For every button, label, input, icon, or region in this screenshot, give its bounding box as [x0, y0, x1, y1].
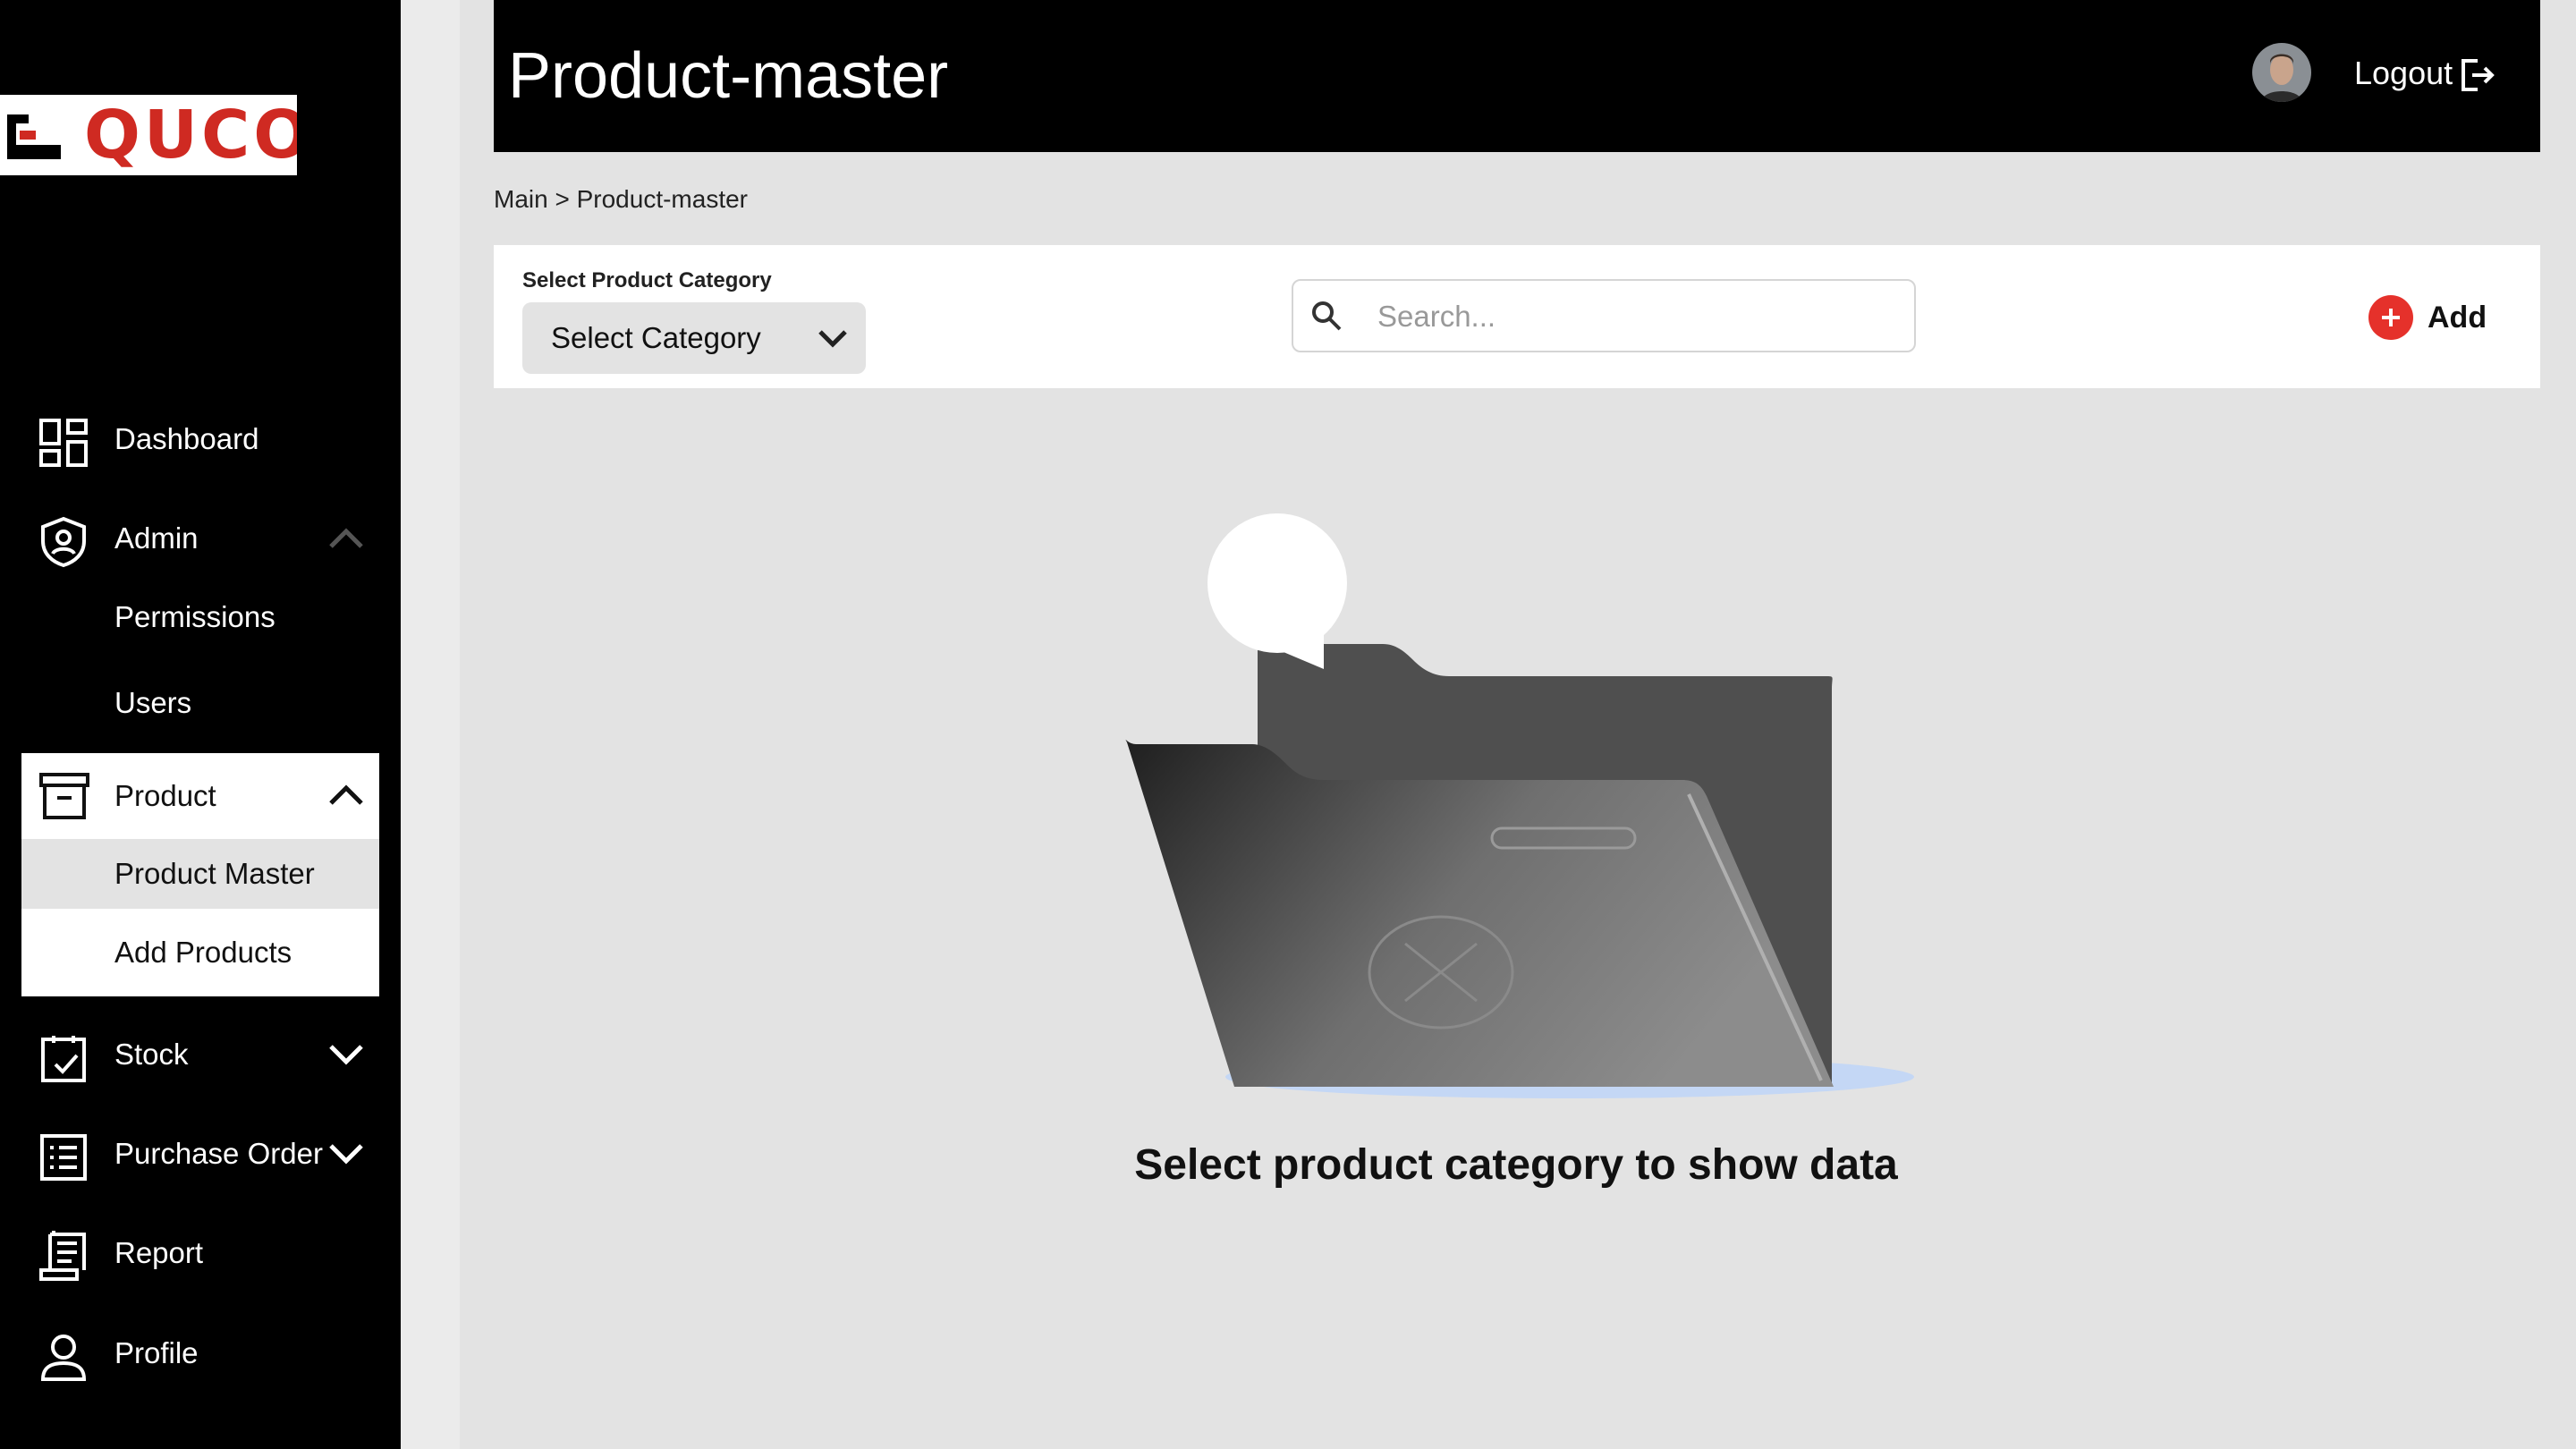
logout-icon[interactable] [2458, 57, 2496, 93]
empty-state-message: Select product category to show data [1134, 1141, 1898, 1189]
sidebar-item-label: Report [114, 1236, 204, 1269]
sidebar-group-product: Product Product Master Add Products [21, 753, 379, 996]
brand-logo[interactable]: QUCO [0, 95, 297, 175]
sidebar-item-profile[interactable]: Profile [0, 1313, 401, 1394]
sidebar-item-label: Purchase Order [114, 1137, 323, 1170]
sidebar-subitem-label: Permissions [114, 600, 275, 633]
empty-folder-illustration [1125, 513, 1914, 1098]
search-icon [1312, 301, 1342, 331]
chevron-down-icon [818, 330, 847, 348]
sidebar-item-add-products[interactable]: Add Products [21, 909, 379, 996]
page-title: Product-master [508, 40, 949, 112]
archive-box-icon [39, 773, 89, 819]
avatar[interactable] [2252, 43, 2311, 102]
category-select[interactable]: Select Category [522, 302, 866, 374]
category-label: Select Product Category [522, 268, 772, 292]
receipt-icon [39, 1231, 86, 1281]
search-box[interactable] [1292, 279, 1916, 352]
plus-circle-icon [2368, 295, 2413, 340]
add-button-label: Add [2428, 301, 2487, 335]
sidebar-item-label: Dashboard [114, 422, 259, 455]
search-input[interactable] [1376, 290, 1898, 343]
chevron-up-icon[interactable] [327, 778, 365, 812]
shield-icon [41, 516, 86, 568]
sidebar-subitem-label: Add Products [114, 936, 292, 969]
sidebar: QUCO Dashboard Admin Permissions Users P… [0, 0, 401, 1449]
chevron-down-icon[interactable] [327, 1137, 365, 1171]
chevron-up-icon[interactable] [327, 521, 365, 555]
sidebar-subitem-label: Product Master [114, 857, 315, 890]
sidebar-item-label: Product [114, 779, 216, 812]
sidebar-item-label: Stock [114, 1038, 189, 1071]
logo-mark-icon [7, 114, 61, 159]
user-avatar-image [2252, 43, 2311, 102]
sidebar-item-label: Admin [114, 521, 199, 555]
sidebar-item-product[interactable]: Product [21, 753, 379, 839]
sidebar-item-label: Profile [114, 1336, 199, 1369]
logout-button[interactable]: Logout [2354, 47, 2453, 100]
sidebar-subitem-label: Users [114, 686, 192, 719]
sidebar-item-dashboard[interactable]: Dashboard [0, 399, 401, 479]
sidebar-gutter [401, 0, 460, 1449]
user-icon [40, 1335, 87, 1381]
sidebar-item-users[interactable]: Users [21, 669, 379, 737]
list-document-icon [40, 1134, 87, 1181]
sidebar-item-permissions[interactable]: Permissions [21, 583, 379, 651]
logo-text: QUCO [84, 97, 297, 174]
top-header: Product-master Logout [494, 0, 2540, 152]
sidebar-item-admin[interactable]: Admin [0, 498, 401, 579]
chevron-down-icon[interactable] [327, 1038, 365, 1072]
clipboard-check-icon [41, 1036, 86, 1082]
dashboard-icon [39, 419, 88, 467]
sidebar-item-report[interactable]: Report [0, 1213, 401, 1293]
category-select-value: Select Category [551, 321, 761, 354]
sidebar-item-product-master[interactable]: Product Master [21, 839, 379, 909]
sidebar-item-purchase-order[interactable]: Purchase Order [0, 1114, 401, 1194]
sidebar-item-stock[interactable]: Stock [0, 1014, 401, 1095]
filter-bar: Select Product Category Select Category … [494, 245, 2540, 388]
breadcrumb[interactable]: Main > Product-master [494, 182, 748, 216]
